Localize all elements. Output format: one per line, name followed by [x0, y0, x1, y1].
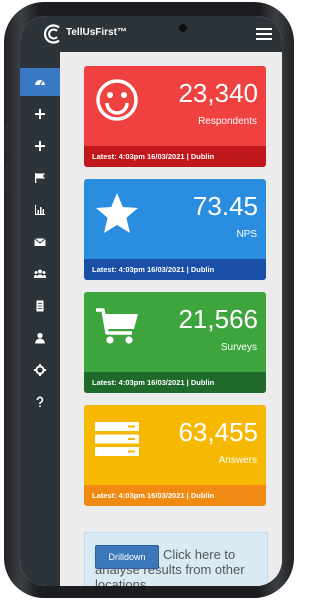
sidebar-item-add[interactable]: [20, 100, 60, 128]
brand-name: TellUsFirst™: [66, 27, 127, 38]
drilldown-panel: Click here to analyse results from other…: [84, 532, 268, 586]
answers-value: 63,455: [178, 417, 258, 447]
card-footer: Latest: 4:03pm 16/03/2021 | Dublin: [84, 372, 266, 393]
sidebar: [20, 52, 60, 586]
bar-chart-icon: [35, 205, 45, 215]
sidebar-item-help[interactable]: [20, 388, 60, 416]
plus-icon: [35, 109, 45, 119]
star-icon: [96, 193, 138, 233]
top-bar: TellUsFirst™: [20, 16, 282, 52]
latest-timestamp: Latest: 4:03pm 16/03/2021 | Dublin: [92, 491, 215, 500]
smiley-icon: [96, 79, 138, 121]
surveys-card[interactable]: 21,566 Surveys Latest: 4:03pm 16/03/2021…: [84, 292, 266, 393]
phone-screen: TellUsFirst™ 23,340 Respondents Latest: …: [20, 16, 282, 586]
sidebar-item-messages[interactable]: [20, 228, 60, 256]
envelope-icon: [34, 238, 46, 246]
flag-icon: [35, 173, 45, 183]
user-icon: [35, 332, 45, 344]
dashboard-content: 23,340 Respondents Latest: 4:03pm 16/03/…: [60, 52, 282, 586]
users-icon: [34, 269, 46, 278]
card-body: 63,455 Answers: [84, 405, 266, 485]
latest-timestamp: Latest: 4:03pm 16/03/2021 | Dublin: [92, 265, 215, 274]
nps-card[interactable]: 73.45 NPS Latest: 4:03pm 16/03/2021 | Du…: [84, 179, 266, 280]
card-footer: Latest: 4:03pm 16/03/2021 | Dublin: [84, 485, 266, 506]
phone-volume-button: [5, 122, 9, 152]
sidebar-item-profile[interactable]: [20, 324, 60, 352]
sidebar-item-reports[interactable]: [20, 196, 60, 224]
sidebar-item-dashboard[interactable]: [20, 68, 60, 96]
brand-logo-icon: [43, 24, 60, 44]
respondents-value: 23,340: [178, 78, 258, 108]
respondents-card[interactable]: 23,340 Respondents Latest: 4:03pm 16/03/…: [84, 66, 266, 167]
sidebar-item-users[interactable]: [20, 260, 60, 288]
answers-card[interactable]: 63,455 Answers Latest: 4:03pm 16/03/2021…: [84, 405, 266, 506]
answers-label: Answers: [218, 455, 257, 466]
latest-timestamp: Latest: 4:03pm 16/03/2021 | Dublin: [92, 378, 215, 387]
card-body: 73.45 NPS: [84, 179, 266, 259]
drilldown-button[interactable]: Drilldown: [95, 545, 159, 569]
document-icon: [36, 300, 44, 312]
sidebar-item-flag[interactable]: [20, 164, 60, 192]
cart-icon: [96, 308, 138, 344]
sidebar-item-settings[interactable]: [20, 356, 60, 384]
camera-notch: [178, 23, 188, 33]
question-icon: [36, 396, 44, 408]
server-icon: [95, 422, 139, 456]
phone-frame: TellUsFirst™ 23,340 Respondents Latest: …: [4, 2, 294, 598]
hamburger-menu-icon[interactable]: [256, 28, 272, 40]
sidebar-item-documents[interactable]: [20, 292, 60, 320]
surveys-value: 21,566: [178, 304, 258, 334]
surveys-label: Surveys: [220, 342, 257, 353]
nps-value: 73.45: [192, 191, 258, 221]
card-footer: Latest: 4:03pm 16/03/2021 | Dublin: [84, 146, 266, 167]
sidebar-item-add-second[interactable]: [20, 132, 60, 160]
card-footer: Latest: 4:03pm 16/03/2021 | Dublin: [84, 259, 266, 280]
respondents-label: Respondents: [198, 116, 257, 127]
phone-volume-button: [5, 162, 9, 192]
dashboard-icon: [35, 80, 45, 86]
plus-icon: [35, 141, 45, 151]
latest-timestamp: Latest: 4:03pm 16/03/2021 | Dublin: [92, 152, 215, 161]
gear-icon: [34, 364, 46, 376]
card-body: 23,340 Respondents: [84, 66, 266, 146]
card-body: 21,566 Surveys: [84, 292, 266, 372]
nps-label: NPS: [236, 229, 257, 240]
